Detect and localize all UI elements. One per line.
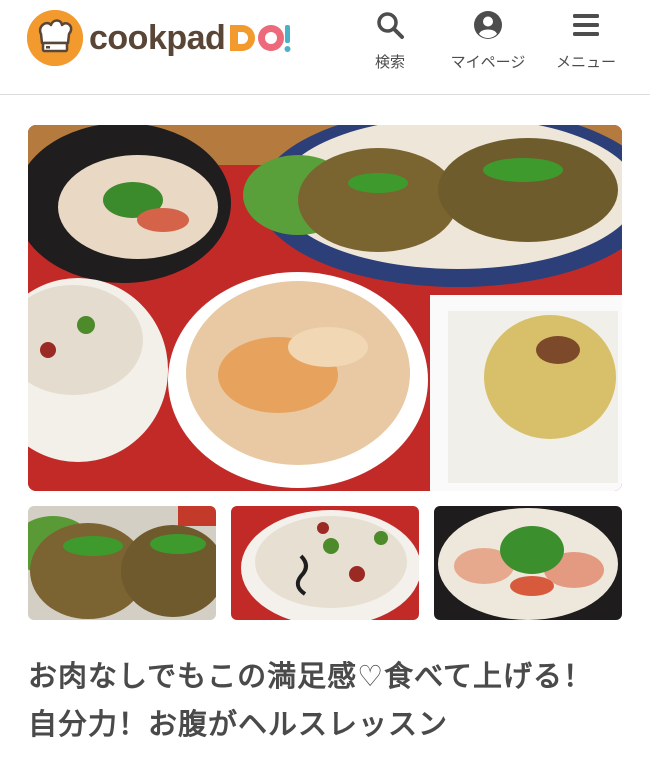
- logo-do-mark: [227, 21, 291, 55]
- nav-mypage-button[interactable]: マイページ: [440, 0, 536, 94]
- nav-search-button[interactable]: 検索: [362, 0, 418, 94]
- nav-menu-label: メニュー: [555, 53, 616, 71]
- chef-hat-icon: [27, 10, 83, 66]
- cookpad-do-logo[interactable]: cookpad: [27, 8, 291, 68]
- hero-food-photo[interactable]: [28, 125, 622, 491]
- logo-wordmark: cookpad: [89, 19, 226, 57]
- menu-icon: [570, 9, 602, 41]
- search-icon: [374, 9, 406, 41]
- site-header: cookpad 検索 マイページ メニュー: [0, 0, 650, 95]
- nav-search-label: 検索: [374, 53, 405, 71]
- thumbnail-strip: [28, 506, 622, 620]
- thumbnail-radish-salad[interactable]: [434, 506, 622, 620]
- user-icon: [472, 9, 504, 41]
- article-title: お肉なしでもこの満足感♡食べて上げる！自分力！お腹がヘルスレッスン: [28, 659, 593, 741]
- nav-menu-button[interactable]: メニュー: [548, 0, 624, 94]
- nav-mypage-label: マイページ: [450, 53, 526, 71]
- thumbnail-mixed-rice[interactable]: [231, 506, 419, 620]
- thumbnail-hamburg-steak[interactable]: [28, 506, 216, 620]
